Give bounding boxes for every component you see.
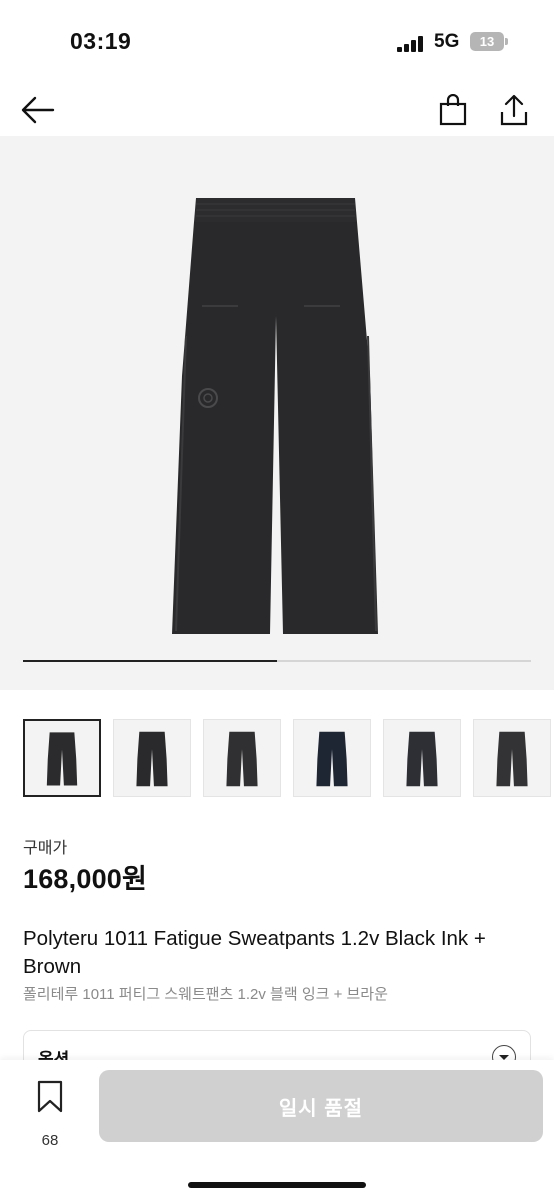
pants-thumbnail-icon <box>226 731 258 787</box>
product-name-korean: 폴리테루 1011 퍼티그 스웨트팬츠 1.2v 블랙 잉크 + 브라운 <box>23 986 388 1003</box>
thumbnail-4[interactable] <box>293 719 371 797</box>
status-time: 03:19 <box>70 28 132 54</box>
bottom-action-bar: 68 일시 품절 <box>0 1060 554 1200</box>
thumbnail-1[interactable] <box>23 719 101 797</box>
network-type: 5G <box>434 31 460 52</box>
price: 168,000원 <box>23 864 148 894</box>
price-label: 구매가 <box>23 840 68 857</box>
pants-thumbnail-icon <box>406 731 438 787</box>
sold-out-button[interactable]: 일시 품절 <box>99 1070 543 1142</box>
product-image <box>172 198 378 634</box>
thumbnail-2[interactable] <box>113 719 191 797</box>
pants-thumbnail-icon <box>46 732 78 786</box>
thumbnail-strip[interactable] <box>23 719 554 799</box>
share-button[interactable] <box>494 90 534 130</box>
thumbnail-5[interactable] <box>383 719 461 797</box>
signal-icon <box>397 36 427 52</box>
pants-thumbnail-icon <box>136 731 168 787</box>
gallery-progress <box>23 660 531 662</box>
back-button[interactable] <box>18 90 58 130</box>
status-bar: 03:19 5G 13 <box>0 0 554 84</box>
wishlist-button[interactable]: 68 <box>30 1080 70 1149</box>
product-image-gallery[interactable] <box>0 136 554 690</box>
shopping-bag-icon <box>439 94 467 126</box>
battery-tip <box>505 38 508 45</box>
cart-button[interactable] <box>433 90 473 130</box>
share-icon <box>500 94 528 126</box>
wishlist-count: 68 <box>41 1132 59 1149</box>
home-indicator <box>188 1182 366 1188</box>
nav-bar <box>0 84 554 136</box>
gallery-progress-fill <box>23 660 277 662</box>
product-name: Polyteru 1011 Fatigue Sweatpants 1.2v Bl… <box>23 927 486 978</box>
battery-icon: 13 <box>470 32 504 51</box>
thumbnail-3[interactable] <box>203 719 281 797</box>
pants-thumbnail-icon <box>496 731 528 787</box>
arrow-left-icon <box>21 96 55 124</box>
pants-thumbnail-icon <box>316 731 348 787</box>
bookmark-icon <box>37 1080 63 1113</box>
thumbnail-6[interactable] <box>473 719 551 797</box>
